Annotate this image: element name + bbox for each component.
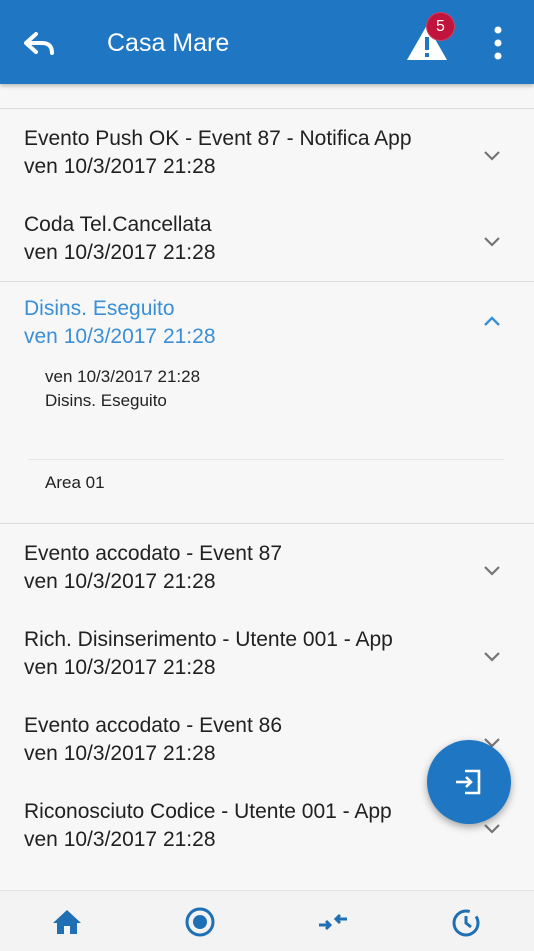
- chevron-down-icon[interactable]: [482, 818, 502, 838]
- more-vert-icon[interactable]: [486, 24, 510, 62]
- list-top-divider: [0, 84, 534, 109]
- back-arrow-icon[interactable]: [22, 26, 58, 62]
- event-detail: ven 10/3/2017 21:28 Disins. Eseguito: [0, 365, 534, 413]
- detail-description: Disins. Eseguito: [45, 391, 167, 410]
- event-title: Disins. Eseguito: [24, 297, 175, 320]
- event-title: Rich. Disinserimento - Utente 001 - App: [24, 628, 393, 651]
- login-fab-button[interactable]: [427, 740, 511, 824]
- list-item[interactable]: Coda Tel.Cancellata ven 10/3/2017 21:28: [0, 195, 534, 282]
- event-title: Coda Tel.Cancellata: [24, 213, 212, 236]
- event-date: ven 10/3/2017 21:28: [24, 241, 216, 264]
- list-item-expanded[interactable]: Disins. Eseguito ven 10/3/2017 21:28 ven…: [0, 282, 534, 524]
- history-clock-icon[interactable]: [450, 906, 482, 938]
- list-item[interactable]: Evento Push OK - Event 87 - Notifica App…: [0, 109, 534, 195]
- radio-target-icon[interactable]: [184, 906, 216, 938]
- detail-date: ven 10/3/2017 21:28: [45, 367, 201, 386]
- list-item[interactable]: Rich. Disinserimento - Utente 001 - App …: [0, 610, 534, 696]
- event-date: ven 10/3/2017 21:28: [24, 155, 216, 178]
- chevron-down-icon[interactable]: [482, 646, 502, 666]
- event-date: ven 10/3/2017 21:28: [24, 656, 216, 679]
- page-title: Casa Mare: [107, 29, 230, 57]
- alert-count-badge: 5: [426, 12, 455, 41]
- detail-area: Area 01: [45, 473, 105, 492]
- event-date: ven 10/3/2017 21:28: [24, 570, 216, 593]
- bottom-navigation: [0, 890, 534, 951]
- event-title: Evento accodato - Event 87: [24, 542, 282, 565]
- chevron-down-icon[interactable]: [482, 145, 502, 165]
- chevron-down-icon[interactable]: [482, 560, 502, 580]
- list-bottom-fade: [0, 850, 534, 890]
- event-date: ven 10/3/2017 21:28: [24, 325, 216, 348]
- chevron-up-icon[interactable]: [482, 312, 502, 332]
- list-item[interactable]: Evento accodato - Event 87 ven 10/3/2017…: [0, 524, 534, 610]
- home-icon[interactable]: [51, 906, 83, 938]
- app-bar: Casa Mare 5: [0, 0, 534, 84]
- event-title: Evento accodato - Event 86: [24, 714, 282, 737]
- event-title: Evento Push OK - Event 87 - Notifica App: [24, 127, 412, 150]
- chevron-down-icon[interactable]: [482, 231, 502, 251]
- login-icon: [456, 769, 481, 795]
- compare-arrows-icon[interactable]: [317, 906, 349, 938]
